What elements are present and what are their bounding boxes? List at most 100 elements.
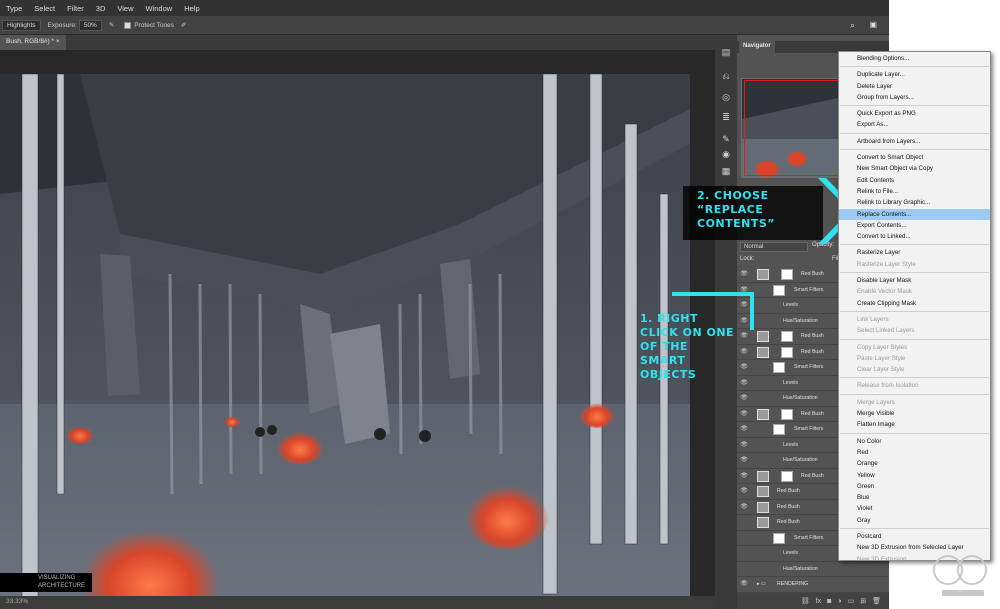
menu-item-filter[interactable]: Filter — [61, 4, 90, 13]
new-layer-icon[interactable]: ⊞ — [860, 597, 866, 605]
menu-item-window[interactable]: Window — [140, 4, 179, 13]
eye-icon[interactable]: 👁 — [740, 348, 748, 356]
menu-item-view[interactable]: View — [111, 4, 139, 13]
layer-name: Hue/Saturation — [783, 395, 818, 401]
context-menu-item-blue[interactable]: Blue — [839, 492, 990, 503]
context-menu-item-violet[interactable]: Violet — [839, 503, 990, 514]
context-menu-item-flatten-image[interactable]: Flatten Image — [839, 419, 990, 430]
navigator-view-box[interactable] — [744, 80, 840, 176]
menu-separator — [840, 66, 989, 68]
adjustment-icon[interactable]: ◑ — [837, 598, 841, 605]
eye-icon[interactable]: 👁 — [740, 394, 748, 402]
canvas-area[interactable]: VISUALIZING ARCHITECTURE — [0, 50, 715, 609]
eye-icon[interactable]: 👁 — [740, 317, 748, 325]
filter-mask-thumbnail[interactable] — [773, 424, 785, 435]
context-menu-item-artboard-from-layers[interactable]: Artboard from Layers... — [839, 136, 990, 147]
folder-icon[interactable]: ▭ — [848, 597, 855, 605]
document-tab[interactable]: Bush, RGB/8#) * × — [0, 35, 66, 50]
context-menu-item-gray[interactable]: Gray — [839, 515, 990, 526]
menu-item-help[interactable]: Help — [178, 4, 205, 13]
opacity-label[interactable]: Opacity: — [812, 242, 834, 248]
context-menu-item-orange[interactable]: Orange — [839, 458, 990, 469]
close-tab-icon[interactable]: × — [56, 38, 60, 45]
eye-icon[interactable]: 👁 — [740, 425, 748, 433]
rendering-image[interactable]: VISUALIZING ARCHITECTURE — [0, 74, 690, 609]
context-menu-item-convert-to-linked[interactable]: Convert to Linked... — [839, 231, 990, 242]
protect-tones-checkbox[interactable] — [124, 21, 132, 29]
folder-icon[interactable]: ▸ ▭ — [757, 581, 766, 587]
menu-item-3d[interactable]: 3D — [90, 4, 112, 13]
menu-item-select[interactable]: Select — [28, 4, 61, 13]
context-menu-item-merge-visible[interactable]: Merge Visible — [839, 408, 990, 419]
filter-mask-thumbnail[interactable] — [773, 362, 785, 373]
context-menu-item-duplicate-layer[interactable]: Duplicate Layer... — [839, 69, 990, 80]
context-menu-item-create-clipping-mask[interactable]: Create Clipping Mask — [839, 298, 990, 309]
context-menu-item-replace-contents[interactable]: Replace Contents... — [839, 208, 990, 220]
context-menu-item-new-smart-object-via-copy[interactable]: New Smart Object via Copy — [839, 163, 990, 174]
eye-icon[interactable] — [740, 518, 748, 526]
blend-mode-select[interactable]: Normal — [740, 242, 808, 252]
context-menu-item-relink-to-library-graphic[interactable]: Relink to Library Graphic... — [839, 197, 990, 208]
layer-mask-thumbnail[interactable] — [781, 470, 793, 482]
trash-icon[interactable]: 🗑 — [872, 597, 881, 605]
context-menu-item-blending-options[interactable]: Blending Options... — [839, 53, 990, 64]
airbrush-icon[interactable]: ✎ — [109, 21, 114, 29]
link-icon[interactable]: ⛓ — [801, 597, 810, 605]
mask-icon[interactable]: ◙ — [827, 598, 831, 605]
eye-icon[interactable]: 👁 — [740, 456, 748, 464]
eye-icon[interactable]: 👁 — [740, 410, 748, 418]
eye-icon[interactable] — [740, 534, 748, 542]
brush-icon[interactable]: ✎ — [721, 134, 731, 144]
context-menu-item-red[interactable]: Red — [839, 447, 990, 458]
navigator-thumbnail[interactable] — [741, 78, 841, 178]
context-menu-item-quick-export-as-png[interactable]: Quick Export as PNG — [839, 108, 990, 119]
workspace-icon[interactable]: ▣ — [869, 20, 877, 29]
context-menu-item-yellow[interactable]: Yellow — [839, 470, 990, 481]
eye-icon[interactable]: 👁 — [740, 332, 748, 340]
layer-mask-thumbnail[interactable] — [781, 346, 793, 358]
context-menu-item-disable-layer-mask[interactable]: Disable Layer Mask — [839, 275, 990, 286]
grid-icon[interactable]: ▦ — [721, 166, 731, 176]
eye-icon[interactable]: 👁 — [740, 363, 748, 371]
eye-icon[interactable]: 👁 — [740, 301, 748, 309]
context-menu-item-delete-layer[interactable]: Delete Layer — [839, 81, 990, 92]
layer-mask-thumbnail[interactable] — [781, 408, 793, 420]
context-menu-item-rasterize-layer[interactable]: Rasterize Layer — [839, 247, 990, 258]
filter-mask-thumbnail[interactable] — [773, 532, 785, 544]
menu-item-type[interactable]: Type — [0, 4, 28, 13]
eye-icon[interactable]: 👁 — [740, 503, 748, 511]
range-select[interactable]: Highlights — [2, 19, 41, 31]
layer-mask-thumbnail[interactable] — [781, 269, 793, 280]
context-menu-item-export-contents[interactable]: Export Contents... — [839, 220, 990, 231]
eye-icon[interactable] — [740, 549, 748, 557]
context-menu-item-green[interactable]: Green — [839, 481, 990, 492]
clone-icon[interactable]: ◉ — [721, 149, 731, 159]
context-menu-item-no-color[interactable]: No Color — [839, 436, 990, 447]
tab-navigator[interactable]: Navigator — [739, 41, 775, 53]
layer-row[interactable]: 👁 ▸ ▭ RENDERING — [737, 577, 889, 593]
layer-mask-thumbnail[interactable] — [781, 331, 793, 342]
fx-icon[interactable]: fx — [816, 598, 821, 605]
exposure-input[interactable]: 50% — [78, 19, 102, 31]
context-menu-item-relink-to-file[interactable]: Relink to File... — [839, 186, 990, 197]
eye-icon[interactable]: 👁 — [740, 472, 748, 480]
pressure-icon[interactable]: ✐ — [181, 21, 186, 29]
eye-icon[interactable]: 👁 — [740, 270, 748, 278]
eye-icon[interactable] — [740, 565, 748, 573]
context-menu-item-export-as[interactable]: Export As... — [839, 119, 990, 130]
eye-icon[interactable]: 👁 — [740, 441, 748, 449]
eye-icon[interactable]: 👁 — [740, 379, 748, 387]
search-icon[interactable]: ⌕ — [850, 20, 855, 31]
ruler-icon[interactable]: ▤ — [721, 47, 731, 57]
eye-icon[interactable]: 👁 — [740, 487, 748, 495]
context-menu-item-convert-to-smart-object[interactable]: Convert to Smart Object — [839, 152, 990, 163]
history-icon[interactable]: ⎌ — [721, 71, 731, 81]
context-menu-item-edit-contents[interactable]: Edit Contents — [839, 175, 990, 186]
zoom-readout[interactable]: 33.33% — [6, 598, 28, 605]
eye-icon[interactable]: 👁 — [740, 580, 748, 588]
properties-icon[interactable]: ≣ — [721, 112, 731, 122]
swatches-icon[interactable]: ◎ — [721, 92, 731, 102]
context-menu-item-group-from-layers[interactable]: Group from Layers... — [839, 92, 990, 103]
filter-mask-thumbnail[interactable] — [773, 284, 785, 296]
eye-icon[interactable]: 👁 — [740, 286, 748, 294]
